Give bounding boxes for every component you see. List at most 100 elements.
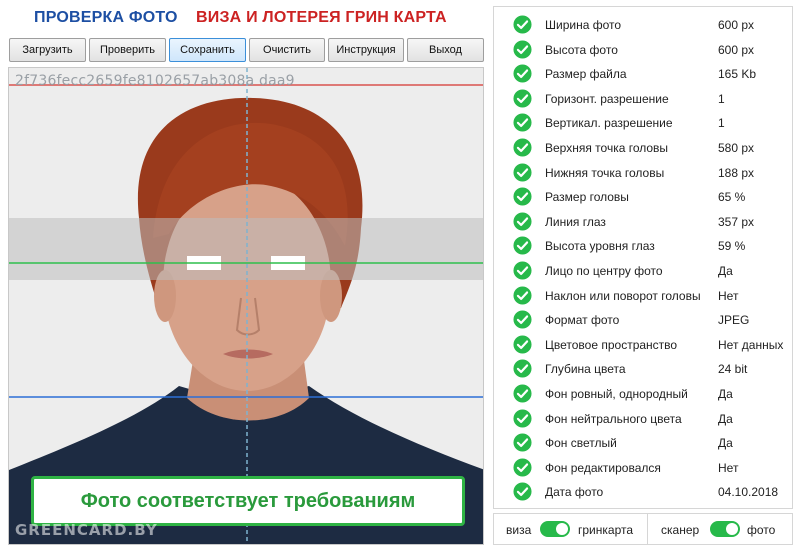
photo-label: фото [747, 523, 776, 537]
check-label: Дата фото [545, 485, 604, 500]
check-value: 600 px [718, 42, 755, 57]
check-row: Фон светлый Да [494, 431, 794, 455]
check-circle-icon [513, 433, 532, 452]
check-row: Фон нейтрального цвета Да [494, 407, 794, 431]
check-label: Вертикал. разрешение [545, 116, 673, 131]
check-value: 600 px [718, 18, 755, 32]
check-row: Размер файла 165 Kb [494, 62, 794, 86]
switch-knob [726, 523, 738, 535]
check-circle-icon [513, 187, 532, 206]
check-label: Фон светлый [545, 436, 617, 451]
check-label: Горизонт. разрешение [545, 91, 669, 106]
check-value: Нет [718, 460, 739, 475]
check-value: 59 % [718, 239, 746, 254]
toggle-divider [647, 514, 648, 544]
checks-panel: Ширина фото 600 px Высота фото 600 px Размер… [493, 6, 793, 509]
photo-panel: 2f736fecc2659fe8102657ab308a daa9 Фото с… [8, 67, 484, 545]
check-label: Формат фото [545, 313, 620, 328]
check-row: Наклон или поворот головы Нет [494, 284, 794, 308]
scanner-label: сканер [661, 523, 700, 537]
check-circle-icon [513, 458, 532, 477]
check-row: Фон ровный, однородный Да [494, 382, 794, 406]
clear-button[interactable]: Очистить [249, 38, 325, 62]
check-button[interactable]: Проверить [89, 38, 166, 62]
switch-knob [556, 523, 568, 535]
scanner-photo-switch[interactable] [710, 521, 740, 537]
check-label: Ширина фото [545, 18, 622, 32]
check-label: Высота фото [545, 42, 618, 57]
visa-label: виза [506, 523, 532, 537]
check-row: Нижняя точка головы 188 px [494, 161, 794, 185]
check-row: Высота фото 600 px [494, 38, 794, 62]
check-label: Размер головы [545, 190, 629, 205]
app-window: ПРОВЕРКА ФОТО ВИЗА И ЛОТЕРЕЯ ГРИН КАРТА … [0, 0, 800, 551]
check-circle-icon [513, 212, 532, 231]
file-hash: 2f736fecc2659fe8102657ab308a daa9 [15, 73, 295, 89]
status-banner: Фото соответствует требованиям [31, 476, 465, 526]
check-label: Верхняя точка головы [545, 141, 669, 155]
check-label: Фон нейтрального цвета [545, 411, 682, 426]
passport-photo [9, 68, 483, 544]
check-circle-icon [513, 384, 532, 403]
check-row: Формат фото JPEG [494, 308, 794, 332]
check-circle-icon [513, 359, 532, 378]
check-value: 24 bit [718, 362, 748, 377]
check-circle-icon [513, 163, 532, 182]
check-label: Лицо по центру фото [545, 264, 663, 278]
check-circle-icon [513, 409, 532, 428]
check-row: Вертикал. разрешение 1 [494, 111, 794, 135]
check-circle-icon [513, 113, 532, 132]
check-row: Дата фото 04.10.2018 [494, 480, 794, 504]
check-circle-icon [513, 89, 532, 108]
app-subtitle: ВИЗА И ЛОТЕРЕЯ ГРИН КАРТА [196, 9, 447, 26]
check-circle-icon [513, 335, 532, 354]
check-label: Нижняя точка головы [545, 165, 665, 180]
check-value: 165 Kb [718, 67, 757, 82]
check-value: JPEG [718, 313, 750, 328]
check-value: 04.10.2018 [718, 485, 779, 500]
check-row: Цветовое пространство Нет данных [494, 333, 794, 357]
check-circle-icon [513, 261, 532, 280]
greencard-label: гринкарта [578, 523, 634, 537]
check-circle-icon [513, 138, 532, 157]
visa-greencard-switch[interactable] [540, 521, 570, 537]
check-label: Глубина цвета [545, 362, 626, 377]
check-circle-icon [513, 310, 532, 329]
check-value: Да [718, 264, 733, 278]
status-text: Фото соответствует требованиям [80, 489, 416, 512]
check-value: 580 px [718, 141, 755, 155]
check-circle-icon [513, 40, 532, 59]
check-value: 1 [718, 116, 725, 131]
check-row: Горизонт. разрешение 1 [494, 87, 794, 111]
mode-toggles: виза гринкарта сканер фото [493, 513, 793, 545]
check-label: Цветовое пространство [545, 337, 678, 352]
check-circle-icon [513, 482, 532, 501]
toolbar: Загрузить Проверить Сохранить Очистить И… [9, 38, 484, 62]
check-label: Фон редактировался [545, 460, 661, 475]
load-button[interactable]: Загрузить [9, 38, 86, 62]
instruction-button[interactable]: Инструкция [328, 38, 404, 62]
check-row: Лицо по центру фото Да [494, 259, 794, 283]
check-row: Фон редактировался Нет [494, 456, 794, 480]
check-label: Размер файла [545, 67, 627, 82]
check-row: Верхняя точка головы 580 px [494, 136, 794, 160]
check-value: Да [718, 387, 733, 401]
check-circle-icon [513, 15, 532, 34]
watermark: GREENCARD.BY [15, 521, 158, 539]
check-value: Нет [718, 288, 739, 303]
check-label: Линия глаз [545, 214, 606, 229]
check-circle-icon [513, 64, 532, 83]
check-label: Наклон или поворот головы [545, 288, 701, 303]
check-value: Нет данных [718, 337, 784, 352]
check-value: 188 px [718, 165, 755, 180]
save-button[interactable]: Сохранить [169, 38, 246, 62]
check-value: 65 % [718, 190, 746, 205]
check-value: Да [718, 436, 733, 451]
check-circle-icon [513, 236, 532, 255]
app-title: ПРОВЕРКА ФОТО [34, 9, 178, 26]
check-row: Высота уровня глаз 59 % [494, 234, 794, 258]
check-row: Глубина цвета 24 bit [494, 357, 794, 381]
exit-button[interactable]: Выход [407, 38, 484, 62]
check-value: 1 [718, 91, 725, 106]
check-row: Линия глаз 357 px [494, 210, 794, 234]
